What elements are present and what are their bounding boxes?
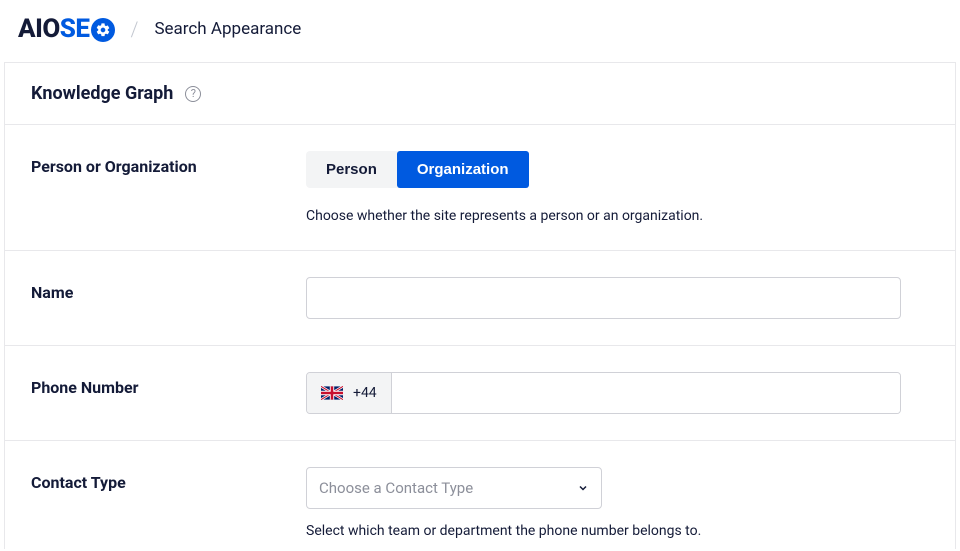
breadcrumb-title: Search Appearance [154,19,301,39]
person-button[interactable]: Person [306,151,397,188]
contact-label: Contact Type [31,467,286,539]
field-entity-type: Person or Organization Person Organizati… [5,125,955,251]
logo-text-se: SE [60,14,90,44]
chevron-down-icon [577,482,589,494]
field-phone: Phone Number +44 [5,346,955,441]
contact-content: Choose a Contact Type Select which team … [306,467,929,539]
breadcrumb-separator: / [131,17,139,41]
aioseo-logo: AIOSE [18,14,115,44]
entity-toggle: Person Organization [306,151,529,188]
contact-type-select[interactable]: Choose a Contact Type [306,467,602,509]
name-label: Name [31,277,286,319]
contact-placeholder: Choose a Contact Type [319,479,473,497]
entity-desc: Choose whether the site represents a per… [306,208,929,224]
country-code-selector[interactable]: +44 [307,373,392,413]
card-header: Knowledge Graph ? [5,63,955,125]
gear-icon [91,18,115,42]
knowledge-graph-card: Knowledge Graph ? Person or Organization… [4,62,956,549]
dial-code: +44 [353,385,377,401]
name-input[interactable] [306,277,901,319]
help-icon[interactable]: ? [185,86,201,102]
uk-flag-icon [321,386,343,400]
phone-input-group: +44 [306,372,901,414]
logo-text-aio: AIO [18,14,60,44]
name-content [306,277,929,319]
field-contact-type: Contact Type Choose a Contact Type Selec… [5,441,955,549]
organization-button[interactable]: Organization [397,151,529,188]
page-header: AIOSE / Search Appearance [0,0,960,62]
field-name: Name [5,251,955,346]
phone-label: Phone Number [31,372,286,414]
card-title: Knowledge Graph [31,83,173,104]
phone-content: +44 [306,372,929,414]
phone-input[interactable] [392,373,900,413]
contact-select-wrap: Choose a Contact Type [306,467,602,509]
entity-label: Person or Organization [31,151,286,224]
entity-content: Person Organization Choose whether the s… [306,151,929,224]
contact-desc: Select which team or department the phon… [306,523,929,539]
